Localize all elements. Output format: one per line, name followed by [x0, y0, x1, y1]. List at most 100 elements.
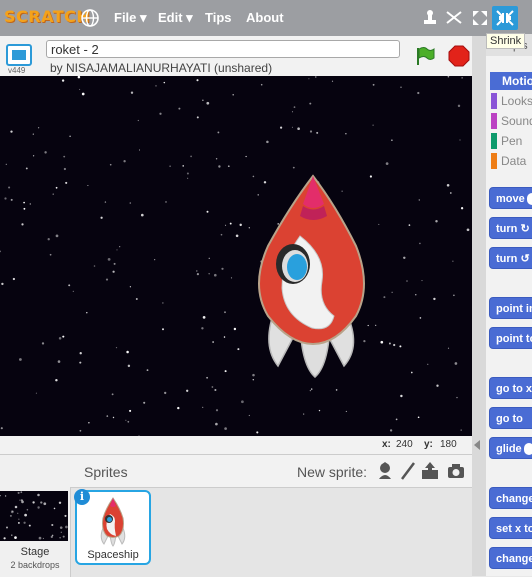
- stage-thumbnail-stars: [0, 491, 68, 540]
- star: [17, 521, 20, 524]
- category-data[interactable]: Data: [501, 154, 526, 168]
- block-go-to-label: go to: [496, 413, 523, 425]
- block-change-x-label: change: [496, 493, 532, 505]
- upload-sprite-icon[interactable]: [420, 461, 440, 481]
- star: [6, 526, 8, 529]
- stage-selector[interactable]: Stage 2 backdrops: [0, 455, 71, 577]
- stop-sign-icon[interactable]: [448, 45, 470, 67]
- block-point-in-direction[interactable]: point in: [489, 297, 532, 319]
- choose-sprite-from-library-icon[interactable]: [375, 461, 395, 481]
- star: [19, 499, 21, 501]
- scratch-logo[interactable]: SCRATCH: [4, 7, 90, 26]
- block-glide[interactable]: glide: [489, 437, 532, 459]
- block-move[interactable]: move: [489, 187, 532, 209]
- mouse-coordinates: x: 240 y: 180: [0, 436, 472, 454]
- menu-edit[interactable]: Edit ▾: [158, 10, 193, 26]
- sprite-name: Spaceship: [87, 549, 139, 561]
- rotate-right-icon: ↻: [517, 223, 530, 235]
- block-go-to[interactable]: go to: [489, 407, 532, 429]
- spaceship-sprite[interactable]: [0, 76, 472, 436]
- star: [28, 524, 31, 527]
- star: [0, 495, 1, 497]
- star: [10, 510, 14, 514]
- stage-label: Stage: [20, 546, 50, 558]
- palette-divider[interactable]: [472, 36, 486, 576]
- block-change-x[interactable]: change: [489, 487, 532, 509]
- block-turn-left-label: turn: [496, 253, 518, 265]
- block-point-in-label: point in: [496, 303, 532, 315]
- star: [51, 523, 54, 527]
- duplicate-stamp-icon[interactable]: [420, 8, 440, 28]
- star: [24, 513, 27, 517]
- category-pen-swatch: [491, 133, 497, 149]
- block-go-to-xy[interactable]: go to x: [489, 377, 532, 399]
- paint-new-sprite-icon[interactable]: [398, 461, 418, 481]
- block-point-towards[interactable]: point to: [489, 327, 532, 349]
- star: [14, 505, 18, 509]
- star: [38, 536, 42, 540]
- block-turn-left[interactable]: turn ↺: [489, 247, 532, 269]
- green-flag-icon[interactable]: [414, 45, 436, 67]
- star: [9, 514, 12, 517]
- shrink-button[interactable]: [492, 6, 518, 30]
- star: [62, 535, 65, 538]
- project-byline: by NISAJAMALIANURHAYATI (unshared): [50, 61, 273, 75]
- star: [17, 491, 20, 494]
- menu-file[interactable]: File ▾: [114, 10, 147, 26]
- star: [65, 525, 68, 529]
- block-go-to-x-label: go to x: [496, 383, 532, 395]
- category-sound-swatch: [491, 113, 497, 129]
- star: [17, 512, 19, 514]
- star: [20, 491, 23, 494]
- project-title-input[interactable]: [46, 40, 400, 58]
- camera-icon[interactable]: [446, 461, 466, 481]
- shrink-tooltip: Shrink: [486, 33, 526, 49]
- star: [58, 501, 62, 505]
- star: [37, 493, 40, 497]
- block-set-x-label: set x to: [496, 523, 532, 535]
- coord-y-label: y:: [424, 439, 433, 450]
- category-motion[interactable]: Motion: [490, 72, 532, 90]
- cut-scissors-icon[interactable]: [444, 8, 464, 28]
- block-input[interactable]: [523, 443, 532, 456]
- star: [18, 518, 20, 520]
- menu-tips[interactable]: Tips: [205, 10, 232, 25]
- star: [59, 526, 63, 529]
- category-looks-swatch: [491, 93, 497, 109]
- coord-x-label: x:: [382, 439, 391, 450]
- block-set-x[interactable]: set x to: [489, 517, 532, 539]
- star: [40, 501, 43, 504]
- category-pen[interactable]: Pen: [501, 134, 522, 148]
- coord-y-value: 180: [440, 439, 457, 450]
- collapse-arrow-icon[interactable]: [474, 440, 480, 450]
- star: [53, 507, 56, 510]
- sprites-title: Sprites: [84, 464, 128, 480]
- backdrop-count: 2 backdrops: [10, 560, 60, 570]
- grow-icon[interactable]: [470, 8, 490, 28]
- block-change-y[interactable]: change: [489, 547, 532, 569]
- block-turn-right[interactable]: turn ↻: [489, 217, 532, 239]
- sprite-pane: Stage 2 backdrops Sprites New sprite: i: [0, 454, 472, 577]
- version-label: v449: [8, 66, 26, 75]
- menu-bar: SCRATCH File ▾ Edit ▾ Tips About: [0, 0, 532, 36]
- category-looks[interactable]: Looks: [501, 94, 532, 108]
- sprite-info-icon[interactable]: i: [74, 489, 90, 505]
- stage-thumbnail[interactable]: [0, 491, 68, 541]
- stage-canvas[interactable]: [0, 76, 472, 436]
- star: [59, 537, 61, 539]
- shrink-icon: [496, 10, 514, 26]
- block-move-label: move: [496, 193, 525, 205]
- star: [4, 495, 7, 497]
- globe-icon[interactable]: [80, 8, 100, 28]
- menu-about[interactable]: About: [246, 10, 284, 25]
- star: [37, 506, 40, 509]
- star: [14, 536, 17, 539]
- block-change-y-label: change: [496, 553, 532, 565]
- star: [64, 514, 67, 517]
- category-sound[interactable]: Sound: [501, 114, 532, 128]
- star: [23, 521, 26, 524]
- block-input[interactable]: [526, 193, 532, 206]
- stage-size-toggle-icon[interactable]: [6, 44, 32, 66]
- sprites-header: Sprites New sprite:: [70, 455, 472, 488]
- block-glide-label: glide: [496, 443, 522, 455]
